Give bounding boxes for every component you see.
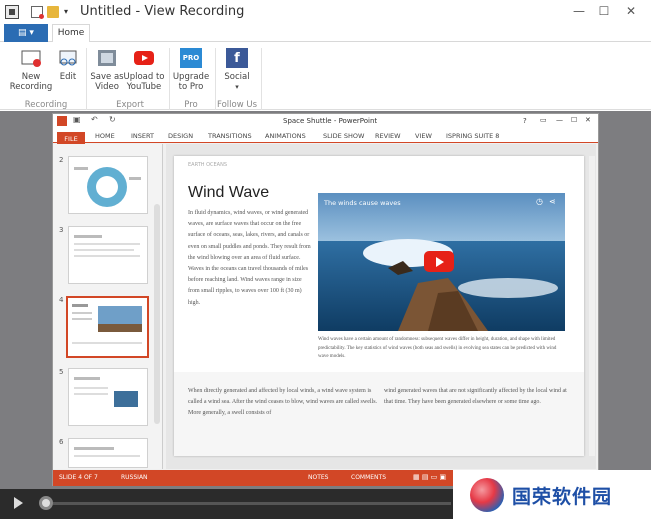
ribbon-separator [86,48,87,110]
ppt-title-bar: ▣ ↶ ↻ Space Shuttle - PowerPoint ? ▭ — ☐… [53,114,598,129]
slide-thumbnail-6[interactable] [68,438,148,468]
bottom-text-left: When directly generated and affected by … [188,388,378,416]
tab-home[interactable]: Home [52,24,90,43]
group-pro-label: Pro [184,100,198,110]
comments-button[interactable]: COMMENTS [351,474,386,481]
window-title: Untitled - View Recording [80,4,245,19]
menu-icon: ▤ ▾ [18,28,34,38]
play-icon[interactable] [14,497,23,509]
progress-track[interactable] [53,502,451,505]
group-recording-label: Recording [24,100,68,110]
pro-icon: PRO [180,48,202,68]
social-label: Social [224,72,250,82]
play-icon [436,257,444,267]
slide-counter: SLIDE 4 OF 7 [59,474,98,481]
video-play-button[interactable] [424,251,454,272]
slide-thumbnail-3[interactable] [68,226,148,284]
watermark-logo [470,478,504,512]
ribbon-separator [169,48,170,110]
group-export-label: Export [116,100,144,110]
share-icon[interactable]: ⋖ [549,197,556,206]
current-slide[interactable]: EARTH OCEANS Wind Wave In fluid dynamics… [174,156,584,456]
upgrade-pro-button[interactable]: PRO Upgrade to Pro [172,48,210,92]
powerpoint-logo-icon [57,116,67,126]
ribbon-tab-bar [0,24,651,42]
ppt-minimize-icon[interactable]: — [556,116,563,124]
slide-thumbnail-2[interactable] [68,156,148,214]
youtube-icon [133,48,155,68]
thumbnail-number: 5 [59,368,64,376]
chevron-down-icon: ▾ [235,83,239,91]
thumbnail-scrollbar[interactable] [154,204,160,424]
clock-icon[interactable]: ◷ [536,197,543,206]
help-icon[interactable]: ? [523,117,527,125]
notes-button[interactable]: NOTES [308,474,328,481]
new-recording-quick-icon[interactable] [31,6,44,19]
ppt-title: Space Shuttle - PowerPoint [283,117,378,125]
facebook-icon: f [226,48,248,68]
ppt-maximize-icon[interactable]: ☐ [571,116,577,124]
video-title: The winds cause waves [324,199,401,207]
undo-icon[interactable]: ↶ [91,115,98,124]
quick-access-dropdown[interactable]: ▾ [64,6,76,18]
slide-title: Wind Wave [188,184,270,201]
language-indicator[interactable]: RUSSIAN [121,474,148,481]
powerpoint-window: ▣ ↶ ↻ Space Shuttle - PowerPoint ? ▭ — ☐… [52,113,599,486]
ppt-tab-transitions[interactable]: TRANSITIONS [208,132,252,140]
embedded-video[interactable]: The winds cause waves ◷ ⋖ [318,193,565,331]
ribbon-display-icon[interactable]: ▭ [540,116,547,124]
slide-thumbnail-pane: 2 3 4 5 6 [53,144,163,469]
upload-youtube-label: Upload to YouTube [123,72,165,92]
new-recording-icon [20,48,42,68]
thumbnail-number: 3 [59,226,64,234]
video-caption: Wind waves have a certain amount of rand… [318,337,557,359]
ppt-tab-design[interactable]: DESIGN [168,132,193,140]
view-icons[interactable]: ▦ ▤ ▭ ▣ [413,473,446,481]
upgrade-pro-label: Upgrade to Pro [172,72,210,92]
slide-thumbnail-5[interactable] [68,368,148,426]
social-button[interactable]: f Social ▾ [218,48,256,92]
edit-icon [57,48,79,68]
ppt-close-icon[interactable]: ✕ [585,116,591,124]
app-icon[interactable] [5,5,19,19]
new-recording-button[interactable]: New Recording [8,48,54,92]
watermark-text: 国荣软件园 [512,486,613,508]
slide-editing-area: EARTH OCEANS Wind Wave In fluid dynamics… [166,144,596,469]
slide-thumbnail-4-selected[interactable] [66,296,149,358]
close-button[interactable]: ✕ [619,2,643,20]
film-icon [96,48,118,68]
ppt-tab-insert[interactable]: INSERT [131,132,154,140]
bottom-text-right: wind generated waves that are not signif… [384,388,567,405]
upload-youtube-button[interactable]: Upload to YouTube [123,48,165,92]
ppt-tab-ispring[interactable]: ISPRING SUITE 8 [446,132,499,140]
save-as-video-label: Save as Video [90,72,124,92]
ppt-tab-home[interactable]: HOME [95,132,115,140]
ppt-tab-slide-show[interactable]: SLIDE SHOW [323,132,364,140]
ppt-tab-review[interactable]: REVIEW [375,132,401,140]
open-folder-icon[interactable] [47,6,59,18]
slide-section-header: EARTH OCEANS [188,162,228,168]
ribbon-separator [261,48,262,110]
save-as-video-button[interactable]: Save as Video [89,48,125,92]
minimize-button[interactable]: — [567,2,591,20]
ppt-tab-animations[interactable]: ANIMATIONS [265,132,306,140]
thumbnail-number: 6 [59,438,64,446]
edit-button[interactable]: Edit [54,48,82,82]
slide-scrollbar[interactable] [589,156,595,456]
maximize-button[interactable]: ☐ [592,2,616,20]
save-icon[interactable]: ▣ [73,115,81,124]
edit-label: Edit [59,72,77,82]
ppt-tab-view[interactable]: VIEW [415,132,432,140]
thumbnail-number: 4 [59,296,64,304]
slide-bottom-section: When directly generated and affected by … [174,372,584,456]
new-recording-label: New Recording [9,72,53,92]
progress-slider-knob[interactable] [39,496,53,510]
redo-icon[interactable]: ↻ [109,115,116,124]
file-menu-button[interactable]: ▤ ▾ [4,24,48,42]
slide-body-text: In fluid dynamics, wind waves, or wind g… [188,210,311,306]
ppt-ribbon-tabs: FILE HOME INSERT DESIGN TRANSITIONS ANIM… [53,129,598,146]
group-follow-us-label: Follow Us [216,100,257,110]
thumbnail-number: 2 [59,156,64,164]
